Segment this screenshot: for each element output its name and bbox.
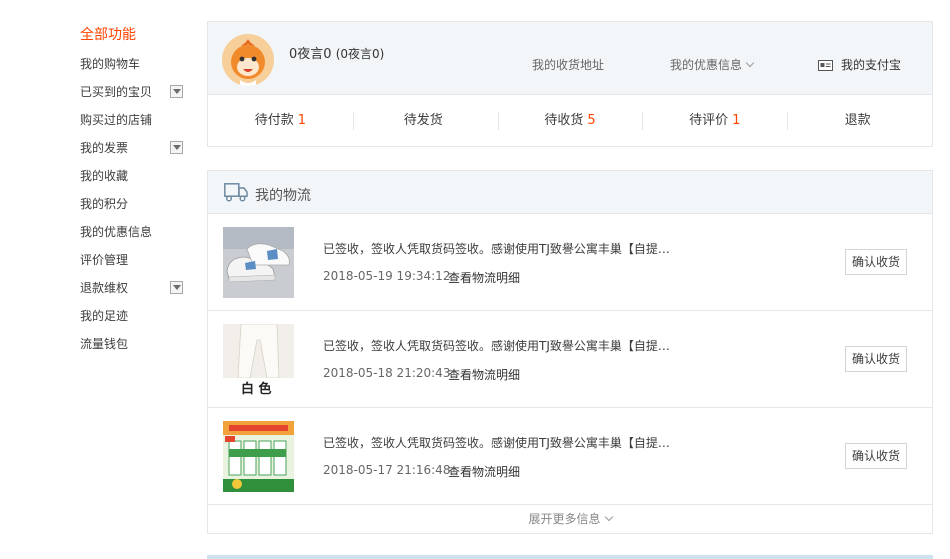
address-link[interactable]: 我的收货地址 — [532, 56, 604, 73]
nickname-sub: (0夜言0) — [335, 47, 385, 61]
alipay-link-label: 我的支付宝 — [841, 58, 902, 72]
view-logistics-detail-link[interactable]: 查看物流明细 — [448, 269, 520, 286]
logistics-item: 已签收，签收人凭取货码签收。感谢使用TJ致譽公寓丰巢【自提… 2018-05-1… — [208, 214, 932, 311]
sidebar-item-favorites[interactable]: 我的收藏 — [80, 162, 190, 190]
promo-link-label: 我的优惠信息 — [670, 58, 743, 72]
confirm-receipt-button[interactable]: 确认收货 — [845, 346, 907, 372]
order-status-unreviewed[interactable]: 待评价 1 — [642, 111, 787, 131]
user-info-bar: 0夜言0 (0夜言0) 我的收货地址 我的优惠信息 我的支付宝 — [208, 22, 932, 95]
sidebar-item-label: 我的收藏 — [80, 169, 129, 183]
confirm-receipt-button[interactable]: 确认收货 — [845, 443, 907, 469]
sidebar-item-label: 我的发票 — [80, 141, 129, 155]
sidebar-item-points[interactable]: 我的积分 — [80, 190, 190, 218]
sidebar-item-promotions[interactable]: 我的优惠信息 — [80, 218, 190, 246]
logistics-item: 已签收，签收人凭取货码签收。感谢使用TJ致譽公寓丰巢【自提… 2018-05-1… — [208, 408, 932, 505]
product-thumbnail-sneakers[interactable] — [223, 227, 294, 298]
chevron-down-icon — [604, 512, 613, 522]
sidebar: 全部功能 我的购物车 已买到的宝贝 购买过的店铺 我的发票 我的收藏 我的积分 … — [80, 22, 190, 358]
order-status-unreceived[interactable]: 待收货 5 — [497, 111, 643, 131]
view-logistics-detail-link[interactable]: 查看物流明细 — [448, 463, 520, 480]
id-card-icon — [818, 60, 833, 74]
order-status-label: 待收货 — [544, 113, 584, 128]
dropdown-arrow-icon[interactable] — [170, 281, 183, 294]
sidebar-item-refunds[interactable]: 退款维权 — [80, 274, 190, 302]
view-logistics-detail-link[interactable]: 查看物流明细 — [448, 366, 520, 383]
logistics-title: 我的物流 — [255, 188, 311, 204]
user-nickname: 0夜言0 (0夜言0) — [289, 43, 384, 62]
alipay-link[interactable]: 我的支付宝 — [818, 56, 901, 74]
sidebar-item-label: 我的积分 — [80, 197, 129, 211]
sidebar-item-label: 我的优惠信息 — [80, 225, 153, 239]
sidebar-item-invoice[interactable]: 我的发票 — [80, 134, 190, 162]
truck-icon — [224, 183, 248, 205]
order-status-unshipped[interactable]: 待发货 — [352, 111, 498, 131]
order-status-bar: 待付款 1 待发货 待收货 5 待评价 1 退款 — [208, 95, 932, 147]
order-status-label: 退款 — [844, 113, 871, 128]
show-more-label: 展开更多信息 — [528, 512, 601, 526]
avatar[interactable] — [222, 34, 274, 86]
dropdown-arrow-icon[interactable] — [170, 85, 183, 98]
order-status-label: 待付款 — [254, 113, 294, 128]
logistics-time: 2018-05-19 19:34:12 — [323, 269, 451, 283]
chevron-down-icon — [745, 58, 755, 68]
sidebar-item-label: 评价管理 — [80, 253, 129, 267]
sidebar-item-label: 我的足迹 — [80, 309, 129, 323]
order-count: 1 — [732, 113, 741, 128]
show-more-button[interactable]: 展开更多信息 — [208, 505, 932, 533]
confirm-receipt-button[interactable]: 确认收货 — [845, 249, 907, 275]
sidebar-item-cart[interactable]: 我的购物车 — [80, 50, 190, 78]
logistics-card: 我的物流 已签收，签收人凭取货码签收。感谢使用TJ致譽公寓丰巢【自提… 2018… — [207, 170, 933, 534]
product-thumbnail-pants[interactable]: 白 色 — [223, 324, 294, 395]
order-count: 1 — [297, 113, 307, 128]
user-summary-card: 0夜言0 (0夜言0) 我的收货地址 我的优惠信息 我的支付宝 待付款 1 待发货… — [207, 21, 933, 147]
sidebar-item-label: 退款维权 — [80, 281, 129, 295]
logistics-header: 我的物流 — [208, 171, 932, 214]
order-status-refund[interactable]: 退款 — [787, 111, 932, 131]
order-status-label: 待发货 — [403, 113, 443, 128]
logistics-status-text: 已签收，签收人凭取货码签收。感谢使用TJ致譽公寓丰巢【自提… — [323, 242, 670, 256]
sidebar-item-label: 购买过的店铺 — [80, 113, 153, 127]
next-section-edge — [207, 555, 933, 559]
logistics-time: 2018-05-18 21:20:43 — [323, 366, 451, 380]
order-count: 5 — [587, 113, 596, 128]
order-status-label: 待评价 — [689, 113, 729, 128]
thumbnail-caption: 白 色 — [241, 382, 272, 395]
logistics-item: 白 色 已签收，签收人凭取货码签收。感谢使用TJ致譽公寓丰巢【自提… 2018-… — [208, 311, 932, 408]
logistics-time: 2018-05-17 21:16:48 — [323, 463, 451, 477]
promo-link[interactable]: 我的优惠信息 — [670, 56, 755, 73]
sidebar-item-reviews[interactable]: 评价管理 — [80, 246, 190, 274]
logistics-status-text: 已签收，签收人凭取货码签收。感谢使用TJ致譽公寓丰巢【自提… — [323, 436, 670, 450]
sidebar-item-data-wallet[interactable]: 流量钱包 — [80, 330, 190, 358]
sidebar-item-bought[interactable]: 已买到的宝贝 — [80, 78, 190, 106]
order-status-unpaid[interactable]: 待付款 1 — [208, 111, 353, 131]
product-thumbnail-bundle[interactable] — [223, 421, 294, 492]
sidebar-title: 全部功能 — [80, 27, 136, 43]
sidebar-item-footprints[interactable]: 我的足迹 — [80, 302, 190, 330]
sidebar-item-shops[interactable]: 购买过的店铺 — [80, 106, 190, 134]
sidebar-item-label: 已买到的宝贝 — [80, 85, 153, 99]
dropdown-arrow-icon[interactable] — [170, 141, 183, 154]
sidebar-item-label: 我的购物车 — [80, 57, 141, 71]
sidebar-item-label: 流量钱包 — [80, 337, 129, 351]
logistics-status-text: 已签收，签收人凭取货码签收。感谢使用TJ致譽公寓丰巢【自提… — [323, 339, 670, 353]
nickname-text: 0夜言0 — [289, 47, 332, 62]
